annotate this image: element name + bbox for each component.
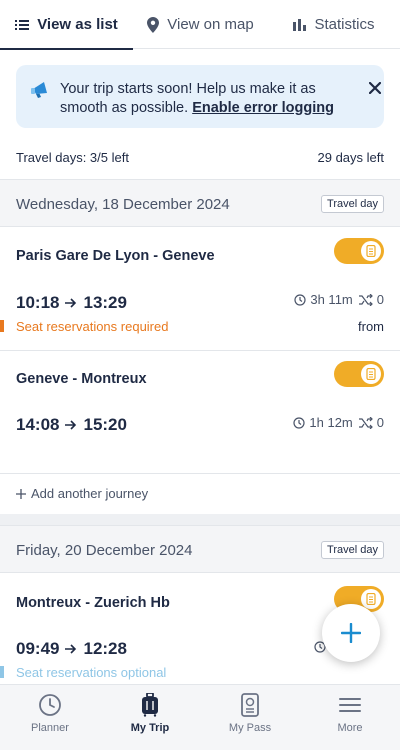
journey-meta: 3h 11m 0	[294, 292, 384, 307]
changes: 0	[358, 415, 384, 430]
journey-card[interactable]: Geneve - Montreux 14:08 15:20 1h 12m 0	[0, 351, 400, 474]
duration: 3h 11m	[294, 292, 353, 307]
day-header: Friday, 20 December 2024 Travel day	[0, 525, 400, 573]
nav-more[interactable]: More	[300, 685, 400, 750]
nav-my-pass[interactable]: My Pass	[200, 685, 300, 750]
changes-count: 0	[376, 415, 384, 430]
reservation-note: Seat reservations optional	[16, 665, 167, 680]
list-icon	[15, 19, 30, 30]
info-banner: Your trip starts soon! Help us make it a…	[16, 65, 384, 128]
pass-icon	[366, 368, 376, 380]
arrival-time: 13:29	[83, 293, 127, 312]
arrow-right-icon	[65, 420, 77, 430]
close-banner-button[interactable]	[366, 79, 384, 97]
changes: 0	[358, 292, 384, 307]
pass-icon	[366, 245, 376, 257]
suitcase-icon	[142, 693, 158, 717]
journey-card[interactable]: Paris Gare De Lyon - Geneve 10:18 13:29 …	[0, 227, 400, 351]
clock-icon	[39, 694, 61, 716]
journey-times: 09:49 12:28	[16, 639, 127, 659]
changes-count: 0	[376, 292, 384, 307]
tab-view-on-map[interactable]: View on map	[133, 0, 268, 49]
departure-time: 09:49	[16, 639, 60, 658]
add-fab-button[interactable]	[322, 604, 380, 662]
departure-time: 10:18	[16, 293, 60, 312]
clock-icon	[294, 293, 306, 306]
travel-info: Travel days: 3/5 left 29 days left	[16, 150, 384, 165]
travel-day-badge: Travel day	[321, 195, 384, 213]
nav-label: Planner	[31, 722, 69, 734]
bar-chart-icon	[293, 18, 307, 31]
toggle-knob	[361, 241, 381, 261]
add-journey-label: Add another journey	[31, 486, 149, 501]
add-journey-button[interactable]: Add another journey	[16, 486, 148, 501]
travel-day-badge: Travel day	[321, 541, 384, 559]
reservation-marker	[0, 320, 4, 332]
departure-time: 14:08	[16, 415, 60, 434]
reservation-marker	[0, 666, 4, 678]
view-tabs: View as list View on map Statistics	[0, 0, 400, 50]
nav-planner[interactable]: Planner	[0, 685, 100, 750]
pass-icon	[366, 593, 376, 605]
journey-meta: 1h 12m 0	[293, 415, 384, 430]
shuffle-icon	[358, 293, 373, 306]
enable-error-logging-link[interactable]: Enable error logging	[192, 100, 334, 116]
journey-toggle[interactable]	[334, 361, 384, 387]
tab-label: View as list	[37, 16, 118, 33]
journey-title: Montreux - Zuerich Hb	[16, 595, 170, 611]
price-from: from	[358, 319, 384, 334]
clock-icon	[293, 416, 305, 429]
plus-icon	[16, 488, 26, 499]
tab-label: View on map	[167, 16, 254, 33]
journey-title: Geneve - Montreux	[16, 371, 147, 387]
menu-icon	[339, 698, 361, 712]
duration: 1h 12m	[293, 415, 353, 430]
nav-my-trip[interactable]: My Trip	[100, 685, 200, 750]
tab-view-as-list[interactable]: View as list	[0, 0, 133, 50]
days-left: 29 days left	[317, 150, 385, 165]
toggle-knob	[361, 589, 381, 609]
tab-label: Statistics	[314, 16, 375, 33]
map-pin-icon	[147, 16, 160, 33]
journey-times: 14:08 15:20	[16, 415, 127, 435]
journey-title: Paris Gare De Lyon - Geneve	[16, 248, 215, 264]
day-date: Wednesday, 18 December 2024	[16, 196, 230, 213]
close-icon	[369, 82, 381, 94]
day-date: Friday, 20 December 2024	[16, 542, 193, 559]
toggle-knob	[361, 364, 381, 384]
banner-text: Your trip starts soon! Help us make it a…	[60, 80, 345, 118]
duration-text: 3h 11m	[310, 292, 353, 307]
travel-days-left: Travel days: 3/5 left	[16, 150, 129, 165]
day-header: Wednesday, 18 December 2024 Travel day	[0, 179, 400, 227]
journey-times: 10:18 13:29	[16, 293, 127, 313]
nav-label: More	[337, 722, 363, 734]
nav-label: My Trip	[130, 722, 170, 734]
plus-icon	[341, 623, 361, 643]
arrow-right-icon	[65, 644, 77, 654]
duration-text: 1h 12m	[309, 415, 353, 430]
bottom-nav: Planner My Trip My Pass More	[0, 684, 400, 750]
reservation-note: Seat reservations required	[16, 319, 169, 334]
shuffle-icon	[358, 416, 373, 429]
megaphone-icon	[31, 82, 47, 98]
arrow-right-icon	[65, 298, 77, 308]
arrival-time: 12:28	[83, 639, 127, 658]
journey-toggle[interactable]	[334, 238, 384, 264]
pass-icon	[241, 693, 259, 717]
arrival-time: 15:20	[83, 415, 127, 434]
tab-statistics[interactable]: Statistics	[268, 0, 400, 49]
nav-label: My Pass	[228, 722, 272, 734]
